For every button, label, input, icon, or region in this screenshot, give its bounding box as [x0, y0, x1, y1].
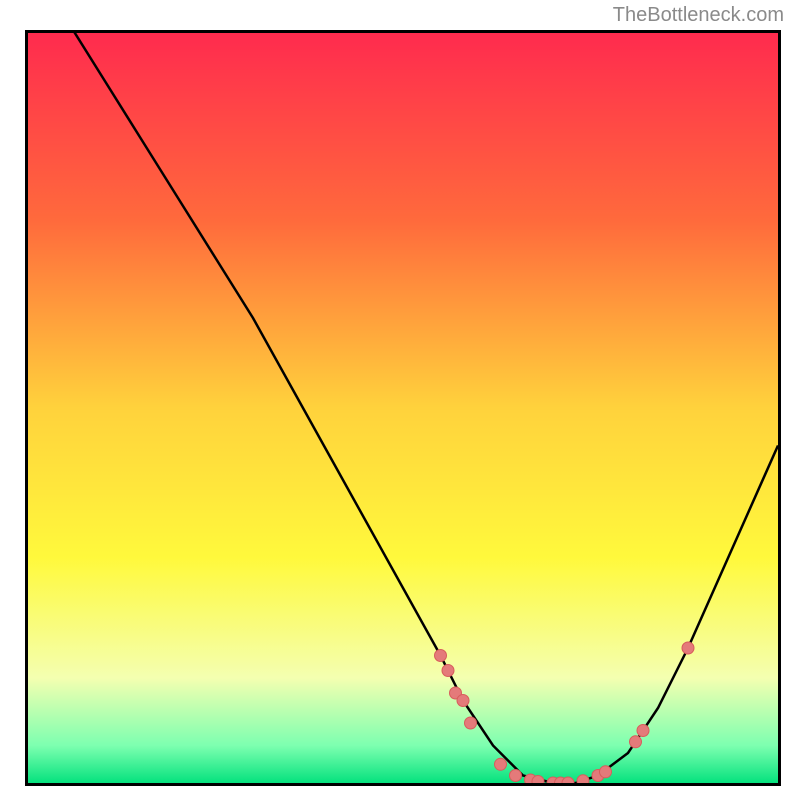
data-marker	[465, 717, 477, 729]
plot-frame	[25, 30, 781, 786]
data-marker	[637, 725, 649, 737]
data-marker	[577, 775, 589, 783]
data-marker	[435, 650, 447, 662]
plot-svg	[28, 33, 778, 783]
chart-container: TheBottleneck.com	[0, 0, 800, 800]
data-marker	[442, 665, 454, 677]
data-marker	[682, 642, 694, 654]
data-marker	[532, 776, 544, 784]
data-marker	[600, 766, 612, 778]
attribution-label: TheBottleneck.com	[613, 4, 784, 27]
data-marker	[457, 695, 469, 707]
data-marker	[510, 770, 522, 782]
data-marker	[495, 758, 507, 770]
data-marker	[630, 736, 642, 748]
gradient-background	[28, 33, 778, 783]
